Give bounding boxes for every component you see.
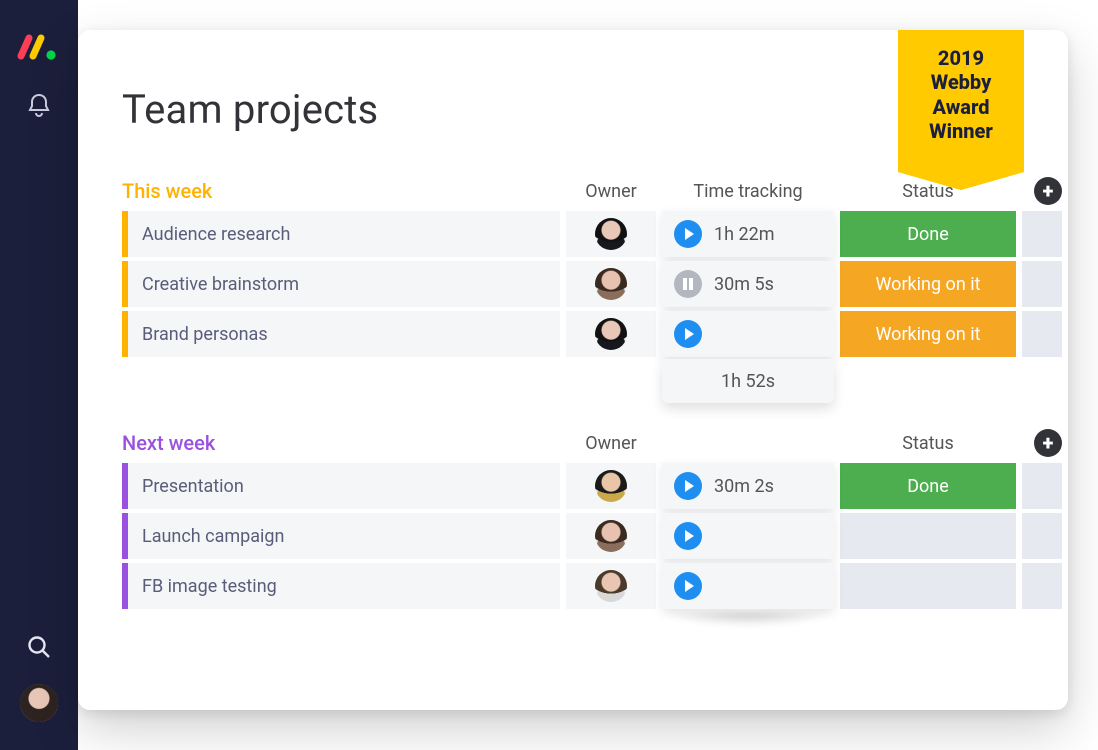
trailing-cell[interactable] [1022,211,1062,257]
time-tracking-cell: 30m 5s [662,261,834,307]
table-row: Brand personas Working on it [122,311,1028,357]
col-status-label: Status [840,433,1016,454]
play-icon[interactable] [674,320,702,348]
time-tracking-cell [662,513,834,559]
owner-avatar [595,470,627,502]
item-name[interactable]: Presentation [122,463,560,509]
play-icon[interactable] [674,522,702,550]
time-value: 1h 22m [714,224,775,245]
col-owner-label: Owner [566,433,656,454]
page-title: Team projects [122,86,1028,133]
time-value: 30m 2s [714,476,774,497]
play-icon[interactable] [674,572,702,600]
play-icon[interactable] [674,220,702,248]
column-shadow [662,613,834,627]
left-nav-rail [0,0,78,750]
time-tracking-cell [662,311,834,357]
item-name[interactable]: Brand personas [122,311,560,357]
owner-avatar [595,520,627,552]
item-name[interactable]: Launch campaign [122,513,560,559]
col-owner-label: Owner [566,181,656,202]
time-tracking-cell: 30m 2s [662,463,834,509]
add-column-button[interactable]: + [1034,177,1062,205]
item-name[interactable]: FB image testing [122,563,560,609]
current-user-avatar[interactable] [18,682,60,724]
table-row: Presentation 30m 2s Done [122,463,1028,509]
table-row: Audience research 1h 22m Done [122,211,1028,257]
owner-cell[interactable] [566,311,656,357]
status-label: Done [907,476,949,497]
owner-cell[interactable] [566,463,656,509]
notifications-icon[interactable] [26,92,52,120]
group-header: This week Owner Time tracking Status + [122,177,1028,205]
time-tracking-total: 1h 52s [662,359,834,403]
status-label: Working on it [875,324,980,345]
owner-avatar [595,570,627,602]
app-logo[interactable] [17,32,61,62]
item-name[interactable]: Audience research [122,211,560,257]
board-card: 2019 Webby Award Winner Team projects Th… [78,30,1068,710]
status-cell[interactable]: Working on it [840,261,1016,307]
table-row: Creative brainstorm 30m 5s Working on it [122,261,1028,307]
group-title[interactable]: Next week [122,431,560,455]
trailing-cell[interactable] [1022,563,1062,609]
owner-cell[interactable] [566,513,656,559]
play-icon[interactable] [674,472,702,500]
owner-avatar [595,218,627,250]
item-name[interactable]: Creative brainstorm [122,261,560,307]
group-header: Next week Owner Status + [122,429,1028,457]
table-row: FB image testing [122,563,1028,609]
owner-cell[interactable] [566,563,656,609]
trailing-cell[interactable] [1022,311,1062,357]
status-cell[interactable]: Done [840,463,1016,509]
table-row: Launch campaign [122,513,1028,559]
trailing-cell[interactable] [1022,261,1062,307]
group-title[interactable]: This week [122,179,560,203]
owner-cell[interactable] [566,211,656,257]
status-cell[interactable]: Working on it [840,311,1016,357]
status-cell[interactable]: Done [840,211,1016,257]
owner-avatar [595,318,627,350]
status-cell[interactable] [840,513,1016,559]
search-icon[interactable] [26,634,52,664]
award-ribbon-text: 2019 Webby Award Winner [929,46,993,143]
trailing-cell[interactable] [1022,513,1062,559]
status-label: Done [907,224,949,245]
col-time-tracking-label: Time tracking [662,181,834,202]
owner-avatar [595,268,627,300]
pause-icon[interactable] [674,270,702,298]
status-label: Working on it [875,274,980,295]
time-value: 30m 5s [714,274,774,295]
trailing-cell[interactable] [1022,463,1062,509]
time-tracking-cell [662,563,834,609]
status-cell[interactable] [840,563,1016,609]
award-ribbon: 2019 Webby Award Winner [898,30,1024,172]
owner-cell[interactable] [566,261,656,307]
add-column-button[interactable]: + [1034,429,1062,457]
group-next-week: Next week Owner Status + Presentation 30… [122,429,1028,627]
time-tracking-cell: 1h 22m [662,211,834,257]
group-this-week: This week Owner Time tracking Status + A… [122,177,1028,403]
